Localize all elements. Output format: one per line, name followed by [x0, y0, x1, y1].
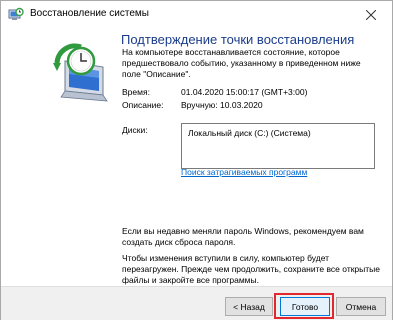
time-label: Время: — [122, 87, 150, 97]
window-title: Восстановление системы — [30, 8, 149, 19]
restart-note: Чтобы изменения вступили в силу, компьют… — [122, 253, 380, 285]
title-bar: Восстановление системы — [1, 1, 392, 29]
back-button[interactable]: < Назад — [225, 297, 273, 316]
system-restore-illustration — [51, 41, 115, 105]
password-note: Если вы недавно меняли пароль Windows, р… — [122, 226, 364, 247]
description-text: На компьютере восстанавливается состояни… — [122, 47, 361, 79]
close-icon — [366, 10, 376, 20]
system-restore-icon — [8, 7, 24, 23]
time-value: 01.04.2020 15:00:17 (GMT+3:00) — [181, 87, 308, 97]
list-item[interactable]: Локальный диск (C:) (Система) — [188, 128, 311, 138]
dialog-window: Восстановление системы Подтверждение точ… — [0, 0, 393, 320]
close-button[interactable] — [354, 1, 388, 29]
page-title: Подтверждение точки восстановления — [121, 32, 355, 47]
description-value: Вручную: 10.03.2020 — [181, 100, 263, 110]
finish-button[interactable]: Готово — [280, 297, 330, 316]
cancel-button[interactable]: Отмена — [336, 297, 386, 316]
disks-list[interactable]: Локальный диск (C:) (Система) — [181, 123, 375, 169]
disks-label: Диски: — [122, 125, 148, 135]
find-affected-programs-link[interactable]: Поиск затрагиваемых программ — [181, 167, 307, 177]
description-label: Описание: — [122, 100, 164, 110]
